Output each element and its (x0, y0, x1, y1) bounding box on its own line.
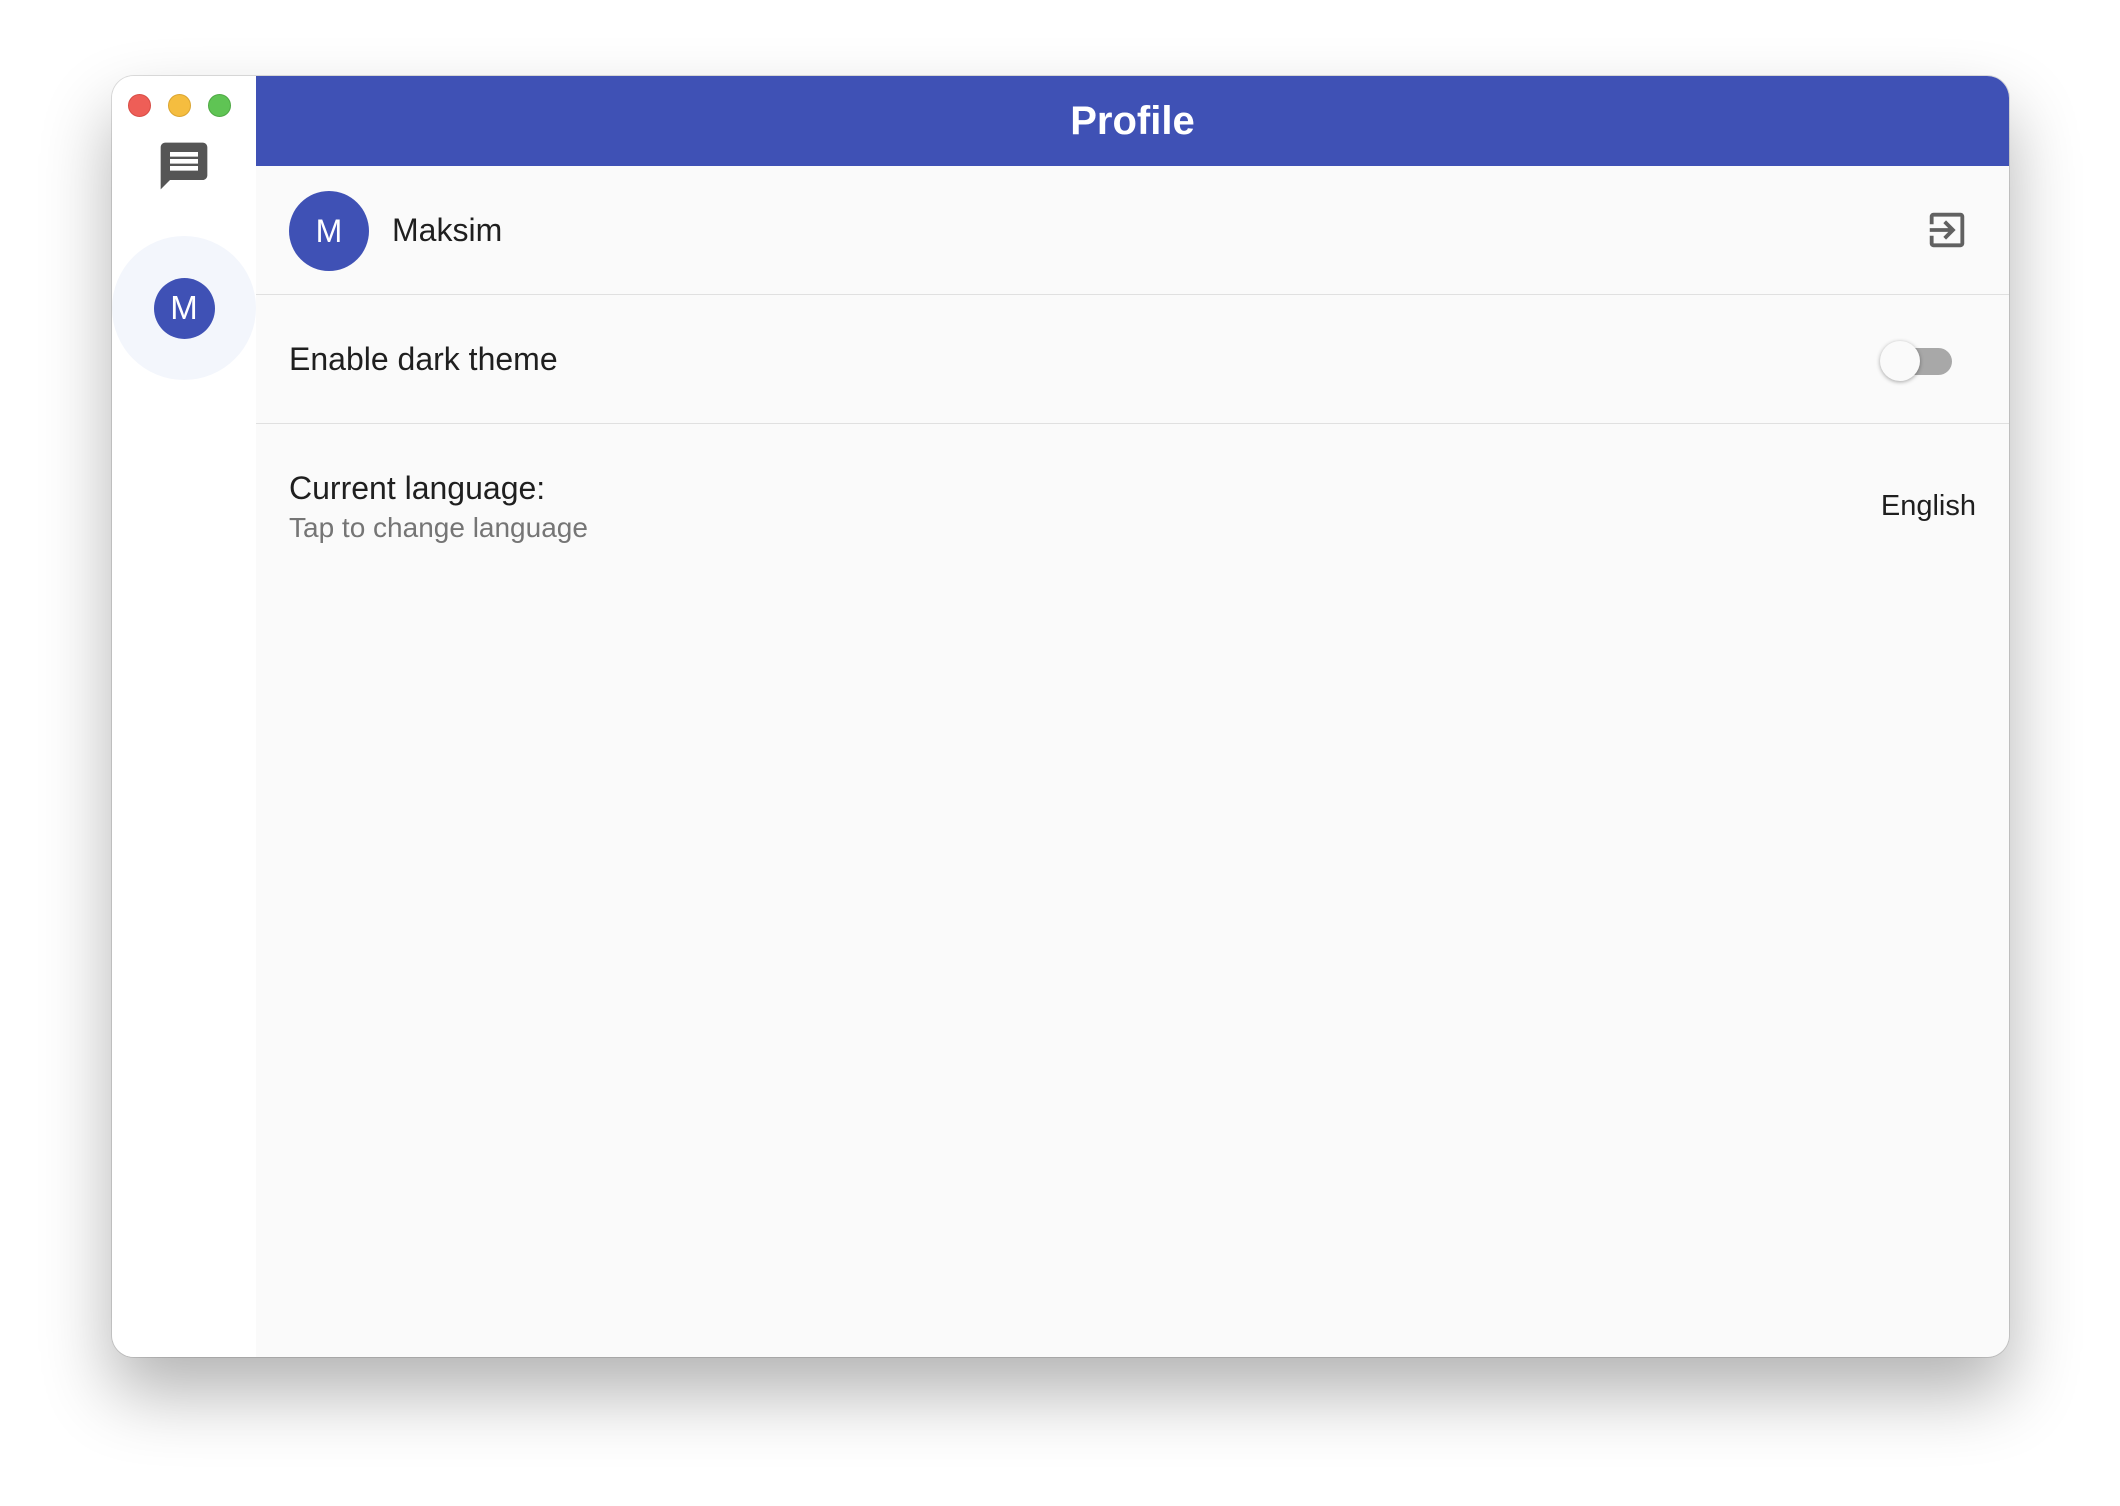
window-maximize-button[interactable] (208, 94, 231, 117)
language-title: Current language: (289, 470, 546, 506)
app-window: M Profile M Maksim Enable dark theme Cur… (112, 76, 2009, 1357)
rail-item-profile[interactable]: M (112, 236, 256, 380)
dark-theme-switch[interactable] (1880, 341, 1952, 381)
switch-thumb (1880, 341, 1920, 381)
dark-theme-label: Enable dark theme (289, 341, 558, 377)
user-avatar: M (289, 191, 369, 271)
chat-bubble-icon (160, 142, 208, 190)
language-row[interactable]: Current language: Tap to change language… (256, 424, 2009, 587)
language-subtitle: Tap to change language (289, 512, 588, 543)
language-value: English (1880, 490, 1976, 522)
user-row: M Maksim (256, 166, 2009, 295)
rail-item-chats[interactable] (156, 138, 212, 194)
user-name: Maksim (392, 212, 503, 248)
main-content: Profile M Maksim Enable dark theme Curre… (256, 76, 2009, 1357)
logout-icon (1929, 212, 1965, 248)
dark-theme-row: Enable dark theme (256, 295, 2009, 424)
page-title: Profile (1070, 98, 1195, 143)
logout-button[interactable] (1923, 206, 1971, 254)
navigation-rail: M (112, 76, 256, 1357)
rail-profile-avatar: M (153, 277, 215, 339)
app-bar: Profile (256, 76, 2009, 166)
window-close-button[interactable] (128, 94, 151, 117)
window-minimize-button[interactable] (168, 94, 191, 117)
